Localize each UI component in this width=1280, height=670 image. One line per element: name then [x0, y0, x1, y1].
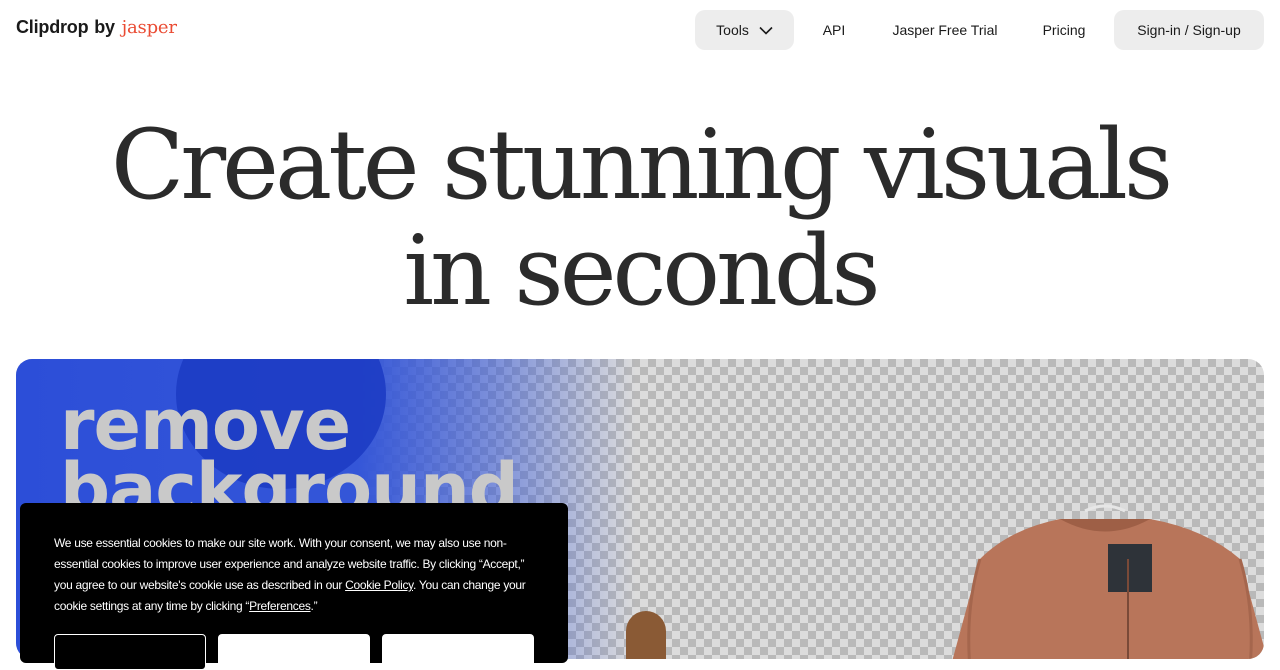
- nav-link-pricing[interactable]: Pricing: [1024, 10, 1104, 50]
- cookie-accept-button[interactable]: [382, 634, 534, 670]
- tools-menu-button[interactable]: Tools: [695, 10, 794, 50]
- logo-jasper: jasper: [121, 17, 177, 38]
- clipdrop-logo[interactable]: Clipdrop by jasper: [16, 17, 177, 38]
- logo-main: Clipdrop: [16, 17, 89, 37]
- hero-title-line1: Create stunning visuals: [110, 109, 1173, 221]
- hero-title: Create stunning visuals in seconds: [0, 112, 1280, 324]
- hero-title-line2: in seconds: [403, 215, 880, 327]
- top-nav: Tools API Jasper Free Trial Pricing Sign…: [695, 10, 1264, 50]
- cookie-banner: We use essential cookies to make our sit…: [20, 503, 568, 670]
- preferences-link[interactable]: Preferences: [249, 599, 311, 613]
- tools-label: Tools: [716, 22, 749, 38]
- sign-in-button[interactable]: Sign-in / Sign-up: [1114, 10, 1264, 50]
- person-cutout: [626, 611, 666, 659]
- cookie-preferences-button[interactable]: [54, 634, 206, 670]
- nav-link-api[interactable]: API: [802, 10, 866, 50]
- cookie-policy-link[interactable]: Cookie Policy: [345, 578, 413, 592]
- jacket-image: [952, 504, 1264, 659]
- demo-caption: remove background: [60, 390, 519, 524]
- chevron-down-icon: [759, 26, 773, 35]
- logo-by: by: [94, 17, 115, 37]
- cookie-reject-button[interactable]: [218, 634, 370, 670]
- cookie-message: We use essential cookies to make our sit…: [54, 533, 540, 617]
- nav-link-jasper-free-trial[interactable]: Jasper Free Trial: [874, 10, 1016, 50]
- cookie-text-end: .”: [310, 599, 318, 613]
